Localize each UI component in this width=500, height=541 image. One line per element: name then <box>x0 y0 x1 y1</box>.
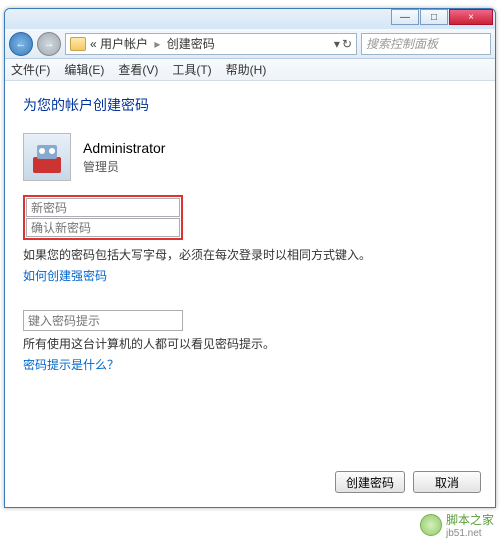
hint-help-link[interactable]: 密码提示是什么？ <box>23 356 119 373</box>
minimize-button[interactable]: — <box>391 9 419 25</box>
password-note: 如果您的密码包括大写字母，必须在每次登录时以相同方式键入。 <box>23 246 477 263</box>
confirm-password-input[interactable] <box>26 218 180 237</box>
menu-edit[interactable]: 编辑(E) <box>64 61 104 78</box>
password-hint-input[interactable] <box>23 310 183 331</box>
folder-icon <box>70 37 86 51</box>
breadcrumb: « 用户帐户 ▸ 创建密码 <box>90 35 215 52</box>
watermark-text: 脚本之家 <box>446 511 494 528</box>
back-button[interactable]: ← <box>9 32 33 56</box>
password-fields-highlight <box>23 195 183 240</box>
menubar: 文件(F) 编辑(E) 查看(V) 工具(T) 帮助(H) <box>5 59 495 81</box>
watermark-url: jb51.net <box>446 528 494 539</box>
close-button[interactable]: × <box>449 9 493 25</box>
breadcrumb-pre: « <box>90 37 97 51</box>
new-password-input[interactable] <box>26 198 180 217</box>
navbar: ← → « 用户帐户 ▸ 创建密码 ▾ ↻ 搜索控制面板 <box>5 29 495 59</box>
watermark-logo-icon <box>420 514 442 536</box>
avatar <box>23 133 71 181</box>
cancel-button[interactable]: 取消 <box>413 471 481 493</box>
breadcrumb-item[interactable]: 创建密码 <box>167 37 215 51</box>
search-input[interactable]: 搜索控制面板 <box>361 33 491 55</box>
refresh-icon[interactable]: ↻ <box>342 37 352 51</box>
dropdown-icon[interactable]: ▾ <box>334 37 340 51</box>
chevron-right-icon: ▸ <box>154 37 160 51</box>
menu-tools[interactable]: 工具(T) <box>172 61 211 78</box>
user-role: 管理员 <box>83 158 165 175</box>
hint-note: 所有使用这台计算机的人都可以看见密码提示。 <box>23 335 477 352</box>
maximize-button[interactable]: □ <box>420 9 448 25</box>
watermark: 脚本之家 jb51.net <box>420 511 494 539</box>
content: 为您的帐户创建密码 Administrator 管理员 如果您的密码包括大写字母… <box>5 81 495 403</box>
menu-help[interactable]: 帮助(H) <box>226 61 267 78</box>
create-password-button[interactable]: 创建密码 <box>335 471 405 493</box>
user-name: Administrator <box>83 140 165 156</box>
page-title: 为您的帐户创建密码 <box>23 95 477 115</box>
titlebar: — □ × <box>5 9 495 29</box>
strong-password-link[interactable]: 如何创建强密码 <box>23 267 107 284</box>
breadcrumb-item[interactable]: 用户帐户 <box>100 37 148 51</box>
user-info: Administrator 管理员 <box>23 133 477 181</box>
action-buttons: 创建密码 取消 <box>335 471 481 493</box>
address-bar[interactable]: « 用户帐户 ▸ 创建密码 ▾ ↻ <box>65 33 357 55</box>
menu-view[interactable]: 查看(V) <box>118 61 158 78</box>
menu-file[interactable]: 文件(F) <box>11 61 50 78</box>
window: — □ × ← → « 用户帐户 ▸ 创建密码 ▾ ↻ 搜索控制面板 文件(F)… <box>4 8 496 508</box>
forward-button[interactable]: → <box>37 32 61 56</box>
